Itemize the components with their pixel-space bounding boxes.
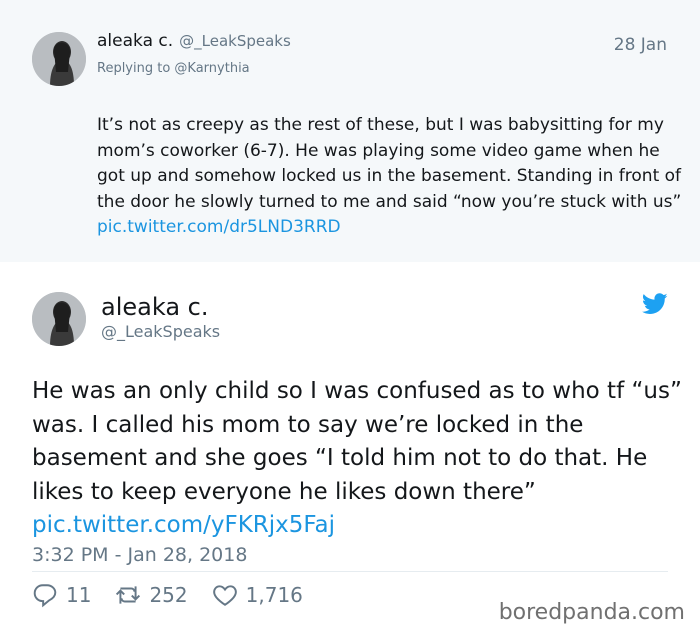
retweet-count: 252 <box>149 583 188 607</box>
retweet-button[interactable]: 252 <box>115 582 188 608</box>
tweet-text: He was an only child so I was confused a… <box>32 375 682 543</box>
watermark: boredpanda.com <box>498 600 685 625</box>
like-button[interactable]: 1,716 <box>212 582 303 608</box>
media-link[interactable]: pic.twitter.com/dr5LND3RRD <box>97 217 341 237</box>
tweet-date[interactable]: 28 Jan <box>614 35 667 55</box>
author-handle[interactable]: @_LeakSpeaks <box>179 32 291 50</box>
tweet-text: It’s not as creepy as the rest of these,… <box>97 113 682 241</box>
tweet-actions: 11 252 1,716 <box>32 581 327 609</box>
tweet-body: It’s not as creepy as the rest of these,… <box>97 115 682 212</box>
author-handle[interactable]: @_LeakSpeaks <box>101 322 220 341</box>
twitter-bird-icon[interactable] <box>642 293 668 315</box>
divider <box>32 571 668 572</box>
author-display-name[interactable]: aleaka c. <box>101 293 208 321</box>
like-count: 1,716 <box>245 583 303 607</box>
tweet-body: He was an only child so I was confused a… <box>32 378 682 505</box>
author-name[interactable]: aleaka c. @_LeakSpeaks <box>97 31 291 51</box>
like-icon <box>212 585 237 606</box>
author-display-name[interactable]: aleaka c. <box>97 31 173 51</box>
retweet-icon <box>116 586 141 604</box>
replying-to: Replying to @Karnythia <box>97 61 250 76</box>
media-link[interactable]: pic.twitter.com/yFKRjx5Faj <box>32 512 335 538</box>
avatar[interactable] <box>32 32 86 86</box>
reply-tweet: aleaka c. @_LeakSpeaks 28 Jan Replying to… <box>0 0 700 262</box>
reply-button[interactable]: 11 <box>32 582 91 608</box>
tweet-timestamp[interactable]: 3:32 PM - Jan 28, 2018 <box>32 544 247 566</box>
reply-icon <box>33 584 57 608</box>
avatar[interactable] <box>32 292 86 346</box>
reply-count: 11 <box>66 583 92 607</box>
